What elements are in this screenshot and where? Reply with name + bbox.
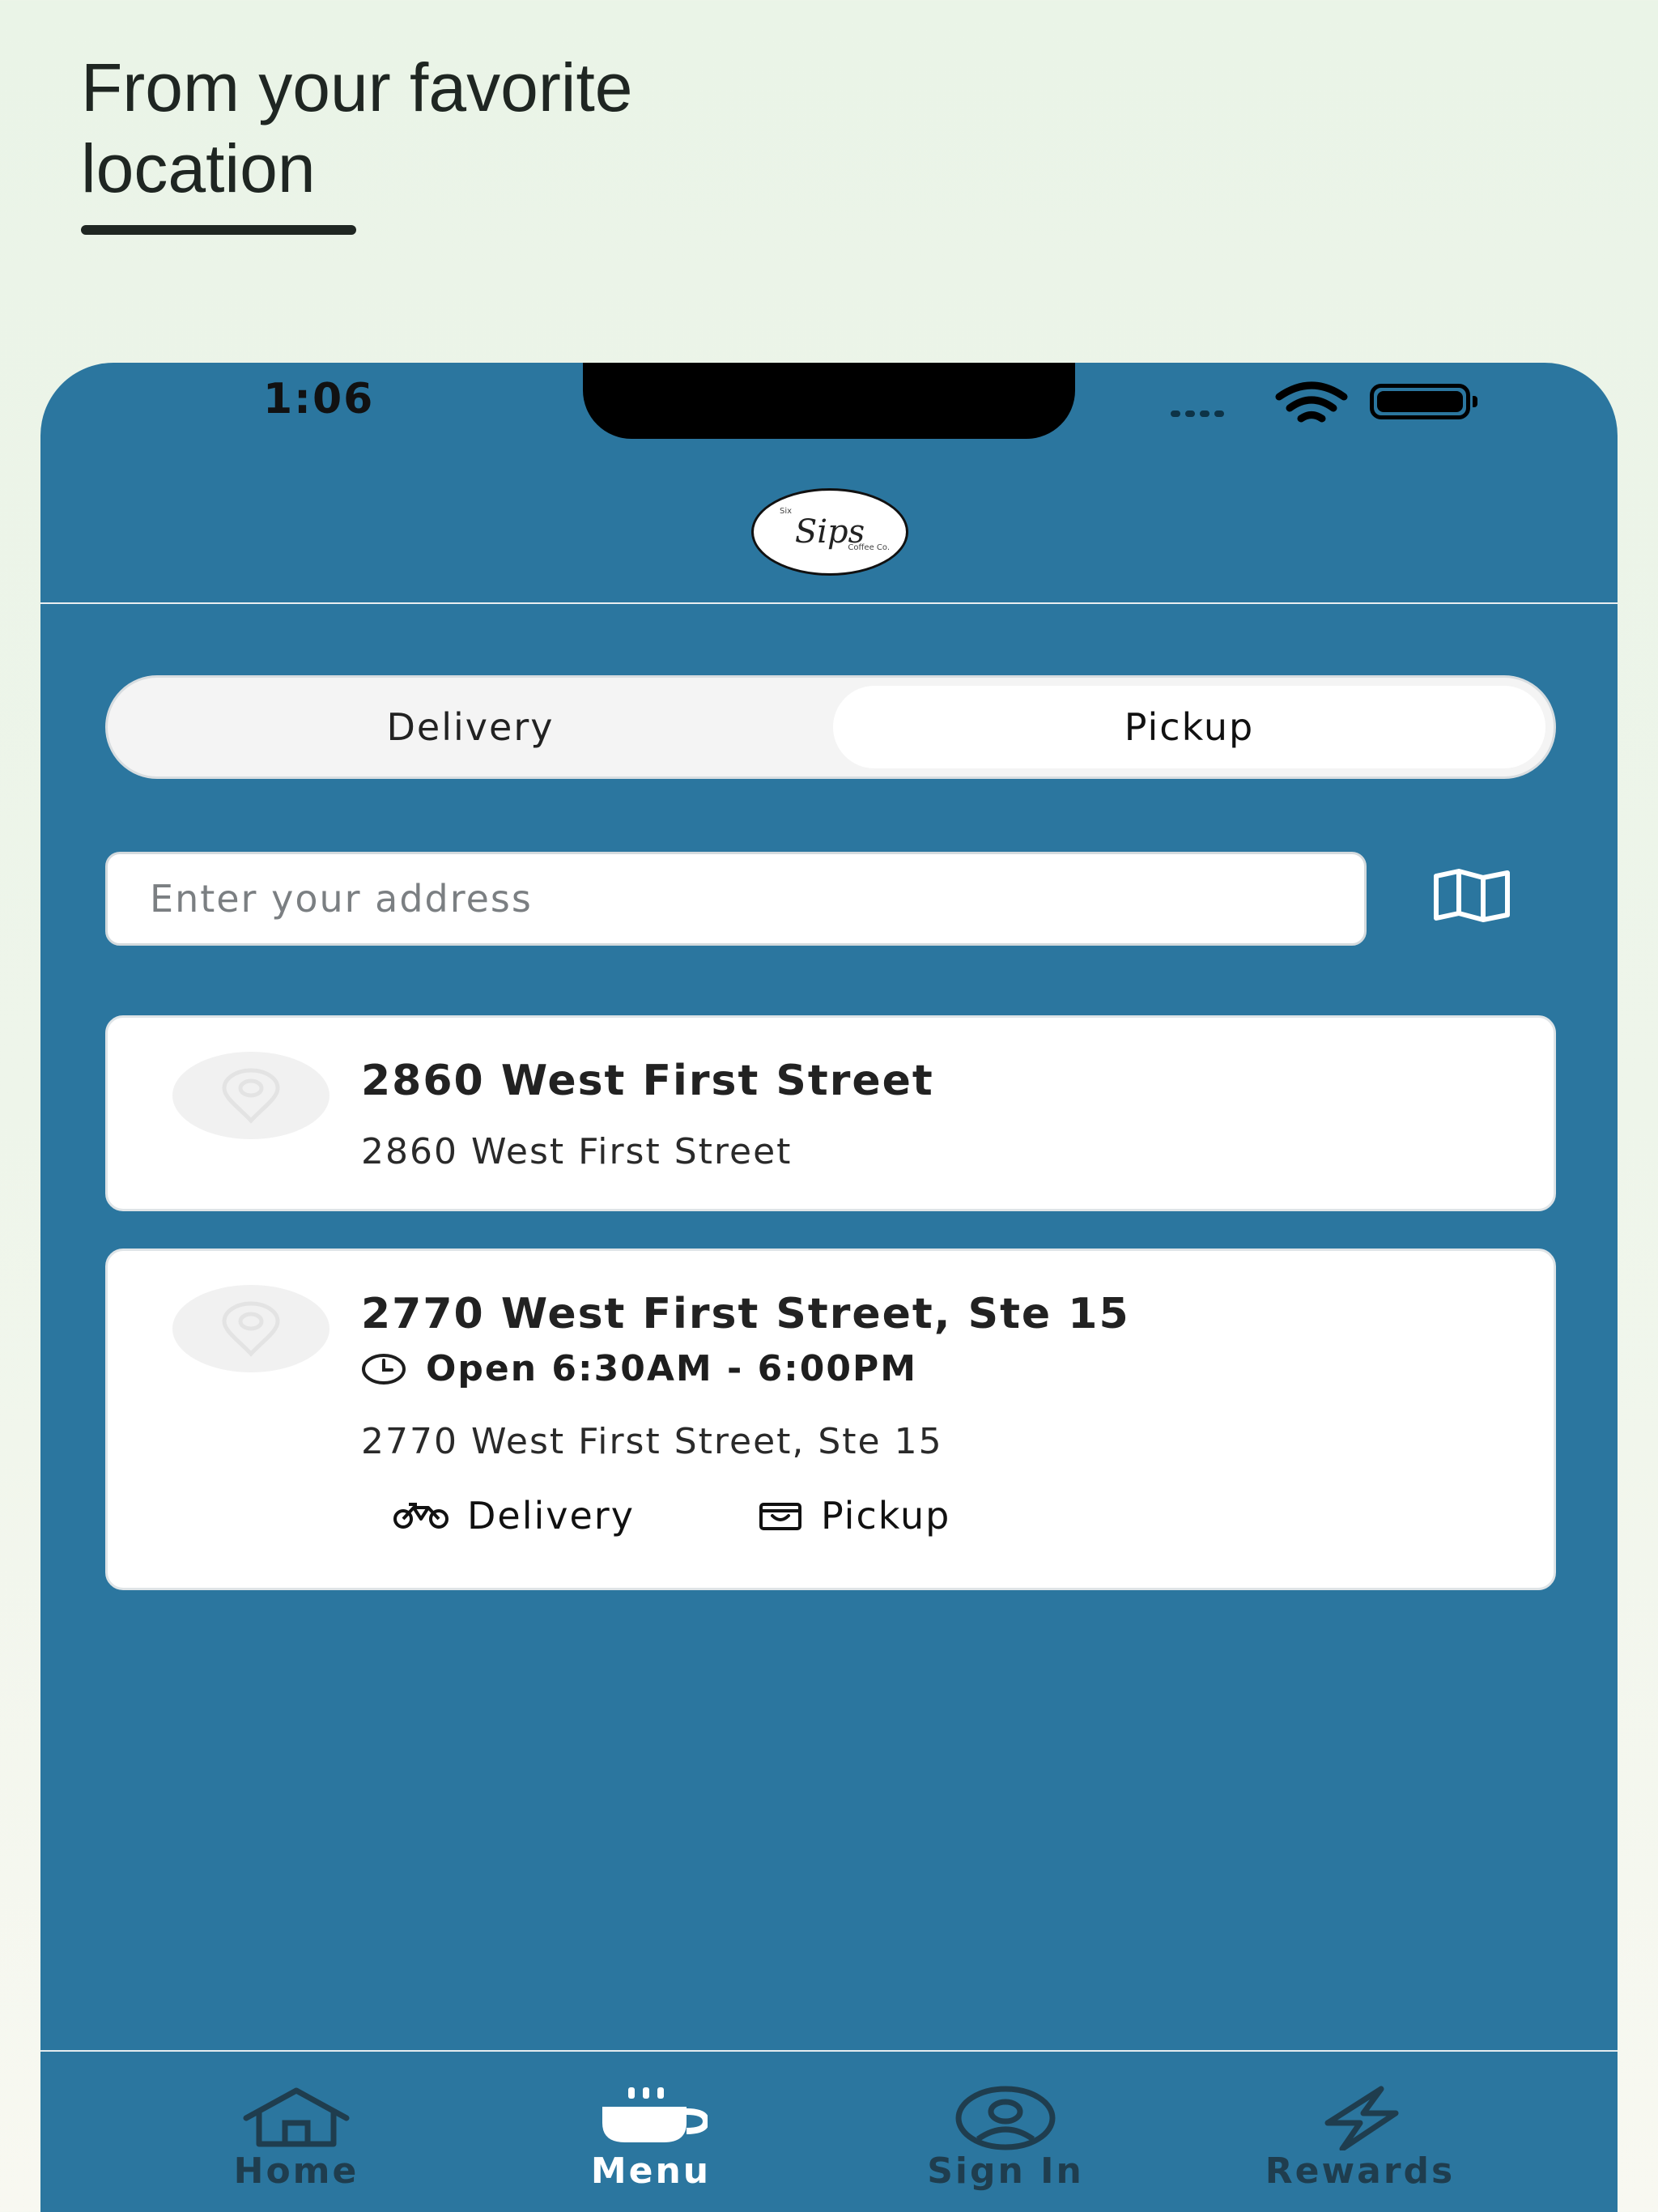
- hours-text: Open 6:30AM - 6:00PM: [426, 1348, 918, 1389]
- bicycle-icon: [393, 1503, 449, 1529]
- phone-screen: 1:06 Six Sips Coffee Co. Delivery Pickup…: [40, 363, 1618, 2212]
- location-badge: [172, 1052, 329, 1139]
- location-pin-icon: [222, 1301, 280, 1357]
- headline-underline: [81, 225, 356, 235]
- brand-logo: Six Sips Coffee Co.: [751, 488, 908, 576]
- coffee-cup-icon: [602, 2087, 708, 2142]
- location-card[interactable]: 2770 West First Street, Ste 15 Open 6:30…: [105, 1249, 1556, 1590]
- tab-home[interactable]: Home: [175, 2052, 418, 2212]
- delivery-service: Delivery: [393, 1494, 635, 1538]
- wifi-icon: [1275, 381, 1348, 423]
- battery-icon: [1370, 384, 1477, 419]
- status-time: 1:06: [263, 375, 375, 423]
- pickup-tab[interactable]: Pickup: [833, 686, 1545, 768]
- header-divider: [40, 602, 1618, 604]
- promo-headline: From your favorite location: [81, 49, 633, 206]
- location-pin-icon: [222, 1068, 280, 1124]
- location-name: 2770 West First Street, Ste 15: [361, 1290, 1130, 1338]
- bottom-tab-bar: Home Menu Sign In Rewards: [40, 2052, 1618, 2212]
- location-name: 2860 West First Street: [361, 1057, 934, 1105]
- order-mode-toggle: Delivery Pickup: [105, 675, 1556, 779]
- user-icon: [955, 2086, 1056, 2150]
- clock-icon: [362, 1353, 406, 1385]
- pickup-service: Pickup: [758, 1494, 950, 1538]
- location-address: 2770 West First Street, Ste 15: [361, 1421, 943, 1462]
- location-card[interactable]: 2860 West First Street 2860 West First S…: [105, 1015, 1556, 1211]
- tab-menu[interactable]: Menu: [529, 2052, 772, 2212]
- tab-sign-in[interactable]: Sign In: [884, 2052, 1127, 2212]
- shopping-bag-icon: [759, 1503, 801, 1530]
- location-address: 2860 West First Street: [361, 1131, 793, 1172]
- service-options: Delivery Pickup: [393, 1494, 950, 1538]
- location-hours: Open 6:30AM - 6:00PM: [361, 1348, 917, 1389]
- home-icon: [243, 2087, 350, 2147]
- cellular-signal-icon: [1171, 405, 1229, 420]
- map-icon[interactable]: [1431, 868, 1512, 923]
- dynamic-island: [583, 363, 1075, 439]
- delivery-tab[interactable]: Delivery: [108, 678, 833, 776]
- tab-rewards[interactable]: Rewards: [1239, 2052, 1482, 2212]
- location-badge: [172, 1285, 329, 1372]
- lightning-icon: [1324, 2086, 1399, 2150]
- address-input[interactable]: [105, 852, 1367, 946]
